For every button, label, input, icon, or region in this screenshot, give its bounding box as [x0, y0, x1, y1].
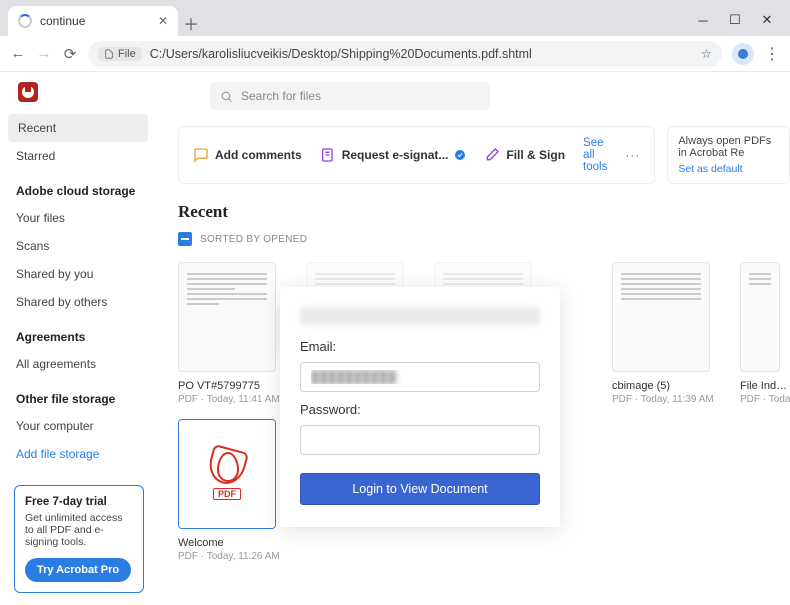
- browser-titlebar: continue ✕ ＋ ─ ☐ ✕: [0, 0, 790, 36]
- sidebar-item-starred[interactable]: Starred: [0, 142, 156, 170]
- file-card[interactable]: File Index954 PDF · Today, 11: [740, 262, 790, 562]
- profile-avatar-icon[interactable]: [732, 43, 754, 65]
- new-tab-button[interactable]: ＋: [178, 10, 204, 36]
- bookmark-star-icon[interactable]: ☆: [701, 46, 712, 61]
- signature-request-icon: [320, 147, 336, 163]
- try-acrobat-button[interactable]: Try Acrobat Pro: [25, 558, 131, 582]
- file-chip: File: [98, 47, 142, 61]
- close-tab-icon[interactable]: ✕: [158, 14, 168, 28]
- tool-request-signature[interactable]: Request e-signat...: [320, 147, 467, 163]
- forward-icon[interactable]: →: [36, 45, 52, 62]
- sidebar-item-recent[interactable]: Recent: [8, 114, 148, 142]
- see-all-tools-link[interactable]: See all tools: [583, 137, 607, 173]
- set-as-default-link[interactable]: Set as default: [678, 163, 779, 175]
- reload-icon[interactable]: ⟳: [62, 45, 78, 63]
- file-name: Welcome: [178, 537, 276, 549]
- sorted-by-label: SORTED BY OPENED: [200, 234, 307, 245]
- password-label: Password:: [300, 402, 540, 417]
- file-card[interactable]: PDF Welcome PDF · Today, 11:26 AM: [178, 419, 276, 562]
- browser-menu-icon[interactable]: ⋮: [764, 44, 780, 64]
- sidebar-item-scans[interactable]: Scans: [0, 232, 156, 260]
- maximize-icon[interactable]: ☐: [728, 12, 742, 28]
- file-meta: PDF · Today, 11:39 AM: [612, 394, 710, 405]
- close-window-icon[interactable]: ✕: [760, 12, 774, 28]
- browser-toolbar: ← → ⟳ File C:/Users/karolisliucveikis/De…: [0, 36, 790, 72]
- pdf-thumb-icon: PDF: [179, 420, 275, 528]
- loading-spinner-icon: [18, 14, 32, 28]
- signature-check-icon: [454, 149, 466, 161]
- default-pdf-text: Always open PDFs in Acrobat Re: [678, 135, 771, 159]
- modal-blurred-heading: [300, 307, 540, 325]
- browser-tab[interactable]: continue ✕: [8, 6, 178, 36]
- password-field[interactable]: [300, 425, 540, 455]
- default-pdf-card: Always open PDFs in Acrobat Re Set as de…: [667, 126, 790, 184]
- sidebar-add-file-storage[interactable]: Add file storage: [0, 440, 156, 468]
- comment-icon: [193, 147, 209, 163]
- trial-title: Free 7-day trial: [25, 496, 133, 508]
- tools-row: Add comments Request e-signat... Fill & …: [178, 126, 790, 184]
- file-meta: PDF · Today, 11:26 AM: [178, 551, 276, 562]
- recent-title: Recent: [178, 202, 790, 222]
- sidebar-head-cloud: Adobe cloud storage: [0, 170, 156, 204]
- grid-col-1: PO VT#5799775 PDF · Today, 11:41 AM PDF …: [178, 262, 276, 562]
- file-meta: PDF · Today, 11: [740, 394, 790, 405]
- fill-sign-icon: [484, 147, 500, 163]
- sorted-row: SORTED BY OPENED: [178, 232, 790, 246]
- sidebar-item-your-files[interactable]: Your files: [0, 204, 156, 232]
- file-card[interactable]: PO VT#5799775 PDF · Today, 11:41 AM: [178, 262, 276, 405]
- address-bar[interactable]: File C:/Users/karolisliucveikis/Desktop/…: [88, 41, 722, 67]
- file-meta: PDF · Today, 11:41 AM: [178, 394, 276, 405]
- sidebar-item-shared-by-others[interactable]: Shared by others: [0, 288, 156, 316]
- window-controls: ─ ☐ ✕: [696, 4, 782, 36]
- file-name: PO VT#5799775: [178, 380, 276, 392]
- tool-fill-sign[interactable]: Fill & Sign: [484, 147, 565, 163]
- login-modal: Email: Password: Login to View Document: [280, 287, 560, 527]
- back-icon[interactable]: ←: [10, 45, 26, 62]
- acrobat-logo-icon: [18, 82, 38, 102]
- sidebar-item-shared-by-you[interactable]: Shared by you: [0, 260, 156, 288]
- tools-card: Add comments Request e-signat... Fill & …: [178, 126, 655, 184]
- url-text: C:/Users/karolisliucveikis/Desktop/Shipp…: [150, 47, 532, 61]
- sidebar-item-all-agreements[interactable]: All agreements: [0, 350, 156, 378]
- page-content: PCRisk PCRISK.COM Search for files Recen…: [0, 72, 790, 605]
- more-tools-icon[interactable]: ···: [625, 148, 640, 162]
- sidebar-head-agreements: Agreements: [0, 316, 156, 350]
- login-button[interactable]: Login to View Document: [300, 473, 540, 505]
- file-name: cbimage (5): [612, 380, 710, 392]
- email-label: Email:: [300, 339, 540, 354]
- file-name: File Index954: [740, 380, 790, 392]
- email-field[interactable]: [300, 362, 540, 392]
- trial-card: Free 7-day trial Get unlimited access to…: [14, 485, 144, 593]
- tab-title: continue: [40, 14, 85, 28]
- sorted-check-icon[interactable]: [178, 232, 192, 246]
- tool-add-comments[interactable]: Add comments: [193, 147, 302, 163]
- file-card[interactable]: cbimage (5) PDF · Today, 11:39 AM: [612, 262, 710, 562]
- minimize-icon[interactable]: ─: [696, 13, 710, 28]
- trial-body: Get unlimited access to all PDF and e-si…: [25, 512, 133, 548]
- sidebar-head-other: Other file storage: [0, 378, 156, 412]
- sidebar-item-your-computer[interactable]: Your computer: [0, 412, 156, 440]
